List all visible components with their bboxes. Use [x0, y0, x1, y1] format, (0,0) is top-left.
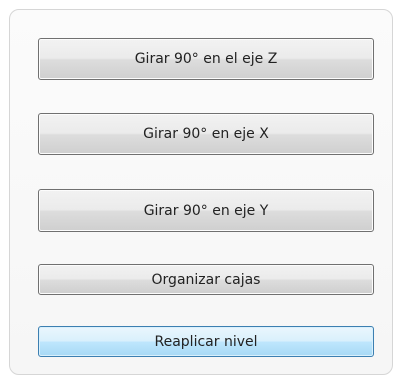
rotate-z-button[interactable]: Girar 90° en el eje Z: [38, 38, 374, 80]
organize-boxes-button[interactable]: Organizar cajas: [38, 264, 374, 295]
rotate-y-button[interactable]: Girar 90° en eje Y: [38, 189, 374, 232]
reapply-level-button[interactable]: Reaplicar nivel: [38, 326, 374, 357]
rotate-x-button[interactable]: Girar 90° en eje X: [38, 113, 374, 155]
